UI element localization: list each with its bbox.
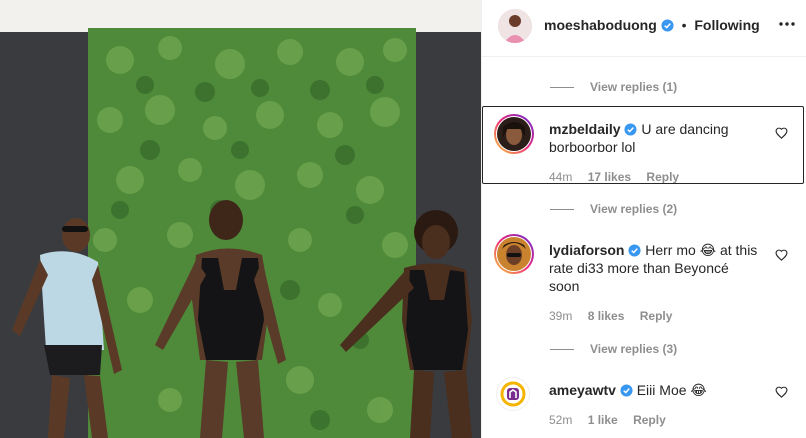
story-ring[interactable]	[494, 114, 534, 154]
comment-likes[interactable]: 17 likes	[588, 170, 631, 184]
author-username[interactable]: moeshaboduong • Following	[544, 17, 760, 33]
commenter-username[interactable]: ameyawtv	[549, 382, 616, 398]
reply-button[interactable]: Reply	[646, 170, 679, 184]
comment-body-line: Herr mo 😂 at this	[645, 242, 758, 258]
reply-button[interactable]: Reply	[640, 309, 673, 323]
commenter-avatar[interactable]	[497, 117, 531, 151]
view-replies-label[interactable]: View replies (1)	[590, 80, 677, 94]
comment-meta: 39m 8 likes Reply	[549, 309, 684, 323]
heart-icon[interactable]	[775, 249, 788, 261]
comment-timestamp[interactable]: 39m	[549, 309, 572, 323]
replies-divider-line	[550, 349, 574, 351]
comments-panel: moeshaboduong • Following View replies (…	[481, 0, 806, 438]
post-header: moeshaboduong • Following	[482, 0, 806, 57]
comment-body-line: soon	[549, 278, 580, 294]
view-replies-button[interactable]: View replies (1)	[550, 80, 677, 94]
verified-badge-icon	[661, 19, 674, 32]
comment-body-line: Eiii Moe 😂	[636, 382, 707, 398]
more-options-icon[interactable]	[777, 14, 797, 34]
comment-timestamp[interactable]: 44m	[549, 170, 572, 184]
author-username-text[interactable]: moeshaboduong	[544, 17, 657, 33]
following-button[interactable]: Following	[694, 17, 759, 33]
verified-badge-icon	[620, 384, 633, 397]
replies-divider-line	[550, 87, 574, 89]
comment-text: lydiaforson Herr mo 😂 at this rate di33 …	[549, 241, 769, 295]
comment-meta: 44m 17 likes Reply	[549, 170, 691, 184]
comment-body-line: borboorbor lol	[549, 139, 636, 155]
video-frame	[0, 0, 481, 438]
commenter-avatar[interactable]	[496, 377, 530, 411]
post-media[interactable]	[0, 0, 481, 438]
verified-badge-icon	[624, 123, 638, 136]
heart-icon[interactable]	[775, 386, 788, 398]
comment-likes[interactable]: 8 likes	[588, 309, 625, 323]
view-replies-label[interactable]: View replies (2)	[590, 202, 677, 216]
comment-likes[interactable]: 1 like	[588, 413, 618, 427]
comment-meta: 52m 1 like Reply	[549, 413, 678, 427]
reply-button[interactable]: Reply	[633, 413, 666, 427]
comment-text: mzbeldaily U are dancing borboorbor lol	[549, 120, 769, 156]
heart-icon[interactable]	[775, 127, 788, 139]
header-separator: •	[681, 17, 687, 33]
comment-timestamp[interactable]: 52m	[549, 413, 572, 427]
view-replies-button[interactable]: View replies (2)	[550, 202, 677, 216]
replies-divider-line	[550, 209, 574, 211]
comment-body-line: rate di33 more than Beyoncé	[549, 260, 729, 276]
author-avatar[interactable]	[498, 9, 532, 43]
commenter-username[interactable]: lydiaforson	[549, 242, 624, 258]
view-replies-label[interactable]: View replies (3)	[590, 342, 677, 356]
comment-text: ameyawtv Eiii Moe 😂	[549, 381, 769, 399]
commenter-username[interactable]: mzbeldaily	[549, 121, 621, 137]
comment-body-line: U are dancing	[641, 121, 729, 137]
verified-badge-icon	[628, 244, 641, 257]
view-replies-button[interactable]: View replies (3)	[550, 342, 677, 356]
commenter-avatar[interactable]	[497, 237, 531, 271]
story-ring[interactable]	[494, 234, 534, 274]
